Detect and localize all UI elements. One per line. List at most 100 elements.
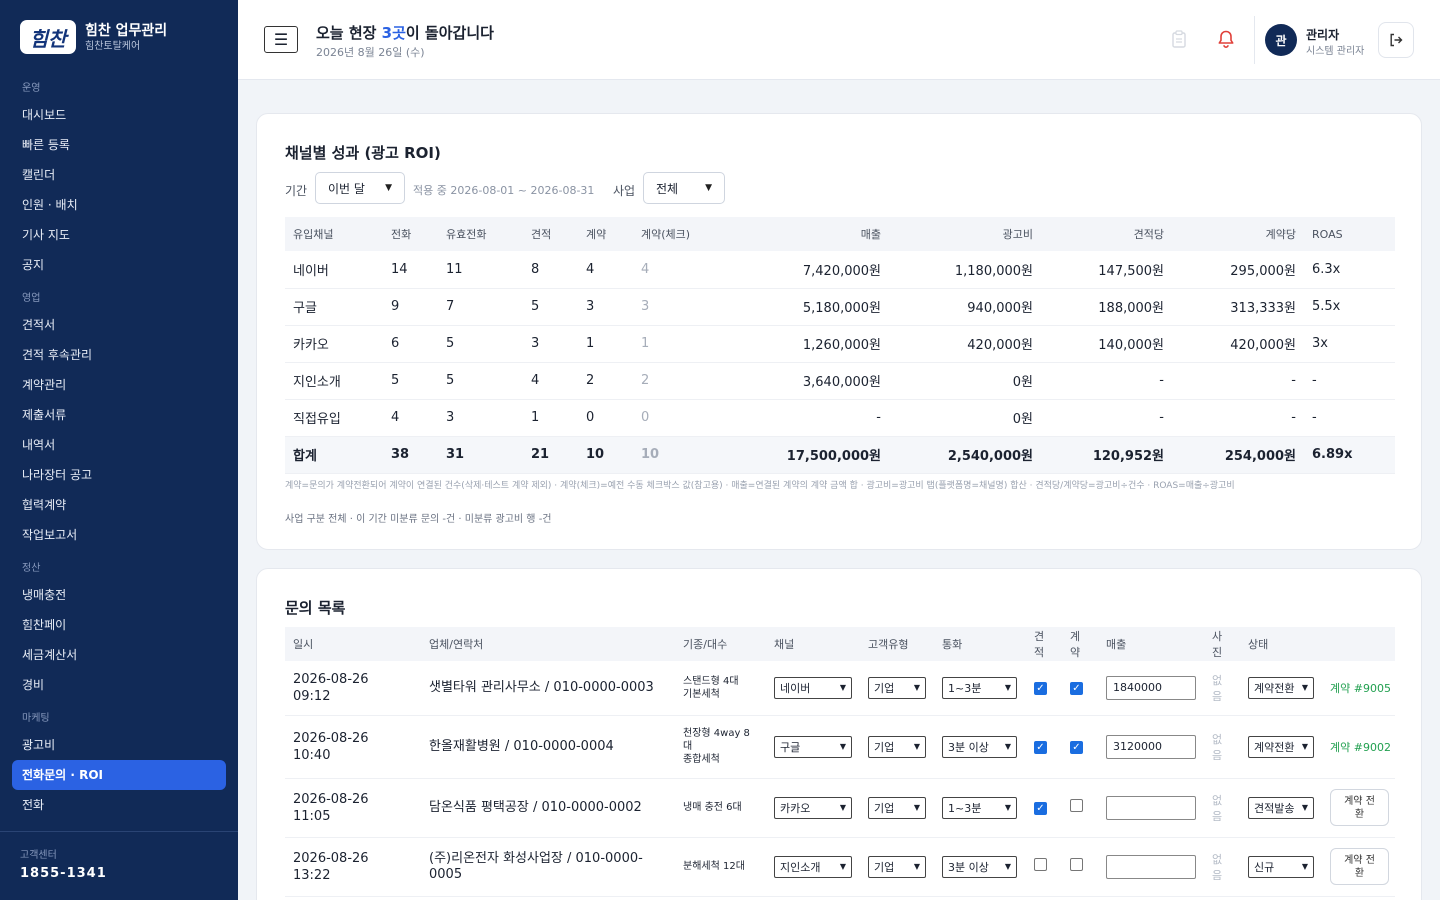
convert-contract-button[interactable]: 계약 전 환 [1330,789,1389,826]
call-duration-select-value: 3분 이상 [948,860,989,874]
table-cell: 1,260,000원 [731,325,889,363]
table-row: 2026-08-26 13:22 (주)리온전자 화성사업장 / 010-0000-… [285,837,1395,897]
sales-cell [1098,837,1204,897]
column-header: 통화 [934,627,1026,661]
table-cell: 420,000원 [889,325,1041,363]
sales-input[interactable] [1106,795,1196,820]
table-cell: 5 [438,325,523,363]
status-select[interactable]: 계약전환 ▼ [1248,735,1314,758]
sidebar-item[interactable]: 협력계약 [0,490,238,520]
customer-type-select[interactable]: 기업 ▼ [868,676,926,699]
table-cell: 7,420,000원 [731,251,889,289]
status-select[interactable]: 계약전환 ▼ [1248,676,1314,699]
customer-type-select-value: 기업 [874,681,895,695]
sidebar-item[interactable]: 공지 [0,250,238,280]
call-duration-select[interactable]: 1~3분 ▼ [942,676,1017,699]
period-select[interactable]: 이번 달 ▼ [315,172,405,204]
contract-checkbox[interactable]: ✓ [1070,741,1083,754]
bell-icon[interactable] [1216,29,1236,53]
sidebar-item[interactable]: 기사 지도 [0,220,238,250]
date-cell: 2026-08-26 09:12 [285,661,421,716]
sidebar-item[interactable]: 광고비 [0,730,238,760]
sidebar-item[interactable]: 내역서 [0,430,238,460]
customer-type-select[interactable]: 기업 ▼ [868,735,926,758]
call-duration-select[interactable]: 3분 이상 ▼ [942,735,1017,758]
inquiry-card: 문의 목록 일시 업체/연락처 기종/대수 채널 고객유형 통화 견적 계약 매출 사진 상태 20… [256,568,1422,900]
table-cell: 6.3x [1304,251,1395,289]
channel-select[interactable]: 카카오 ▼ [774,796,852,819]
sidebar-item[interactable]: 세금계산서 [0,640,238,670]
avatar[interactable]: 관 [1265,24,1297,56]
channel-select[interactable]: 구글 ▼ [774,735,852,758]
table-cell: 5 [383,362,438,400]
contract-checkbox[interactable] [1070,858,1083,871]
menu-toggle-button[interactable]: ☰ [264,26,298,53]
sidebar-item[interactable]: 제출서류 [0,400,238,430]
quote-checkbox[interactable]: ✓ [1034,682,1047,696]
status-cell: 신규 ▼ [1240,837,1322,897]
channel-select[interactable]: 지인소개 ▼ [774,855,852,878]
sidebar-item[interactable]: 인원 · 배치 [0,190,238,220]
convert-contract-button[interactable]: 계약 전 환 [1330,848,1389,885]
quote-checkbox[interactable]: ✓ [1034,741,1047,754]
select-cell: 카카오 ▼ [766,778,860,838]
model-cell: 냉매 충전 6대 [675,778,766,838]
photo-cell: 없음 [1204,778,1240,838]
customer-type-select-value: 기업 [874,860,895,874]
check-icon: ✓ [1072,683,1081,695]
brand-logo[interactable]: 힘찬 힘찬 업무관리 힘찬토탈케어 [20,20,167,54]
table-cell: 3 [578,288,633,326]
call-duration-select[interactable]: 3분 이상 ▼ [942,855,1017,878]
roi-card: 채널별 성과 (광고 ROI) 기간 이번 달 ▼ 적용 중 2026-08-01… [256,113,1422,550]
biz-select[interactable]: 전체 ▼ [643,172,725,204]
sidebar-item[interactable]: 견적서 [0,310,238,340]
table-cell: 8 [523,251,578,289]
photo-cell: 없음 [1204,661,1240,716]
column-header: 일시 [285,627,421,661]
clipboard-icon[interactable] [1172,30,1188,50]
select-cell: 1~3분 ▼ [934,778,1026,838]
table-cell: - [1172,399,1304,437]
status-select[interactable]: 견적발송 ▼ [1248,796,1314,819]
logout-button[interactable] [1378,22,1414,58]
quote-checkbox[interactable] [1034,858,1047,871]
customer-type-select[interactable]: 기업 ▼ [868,796,926,819]
sidebar-item[interactable]: 전화문의 · ROI [12,760,226,790]
check-icon: ✓ [1072,742,1081,753]
checkbox-cell: ✓ [1062,715,1098,779]
table-cell: - [731,399,889,437]
contract-checkbox[interactable]: ✓ [1070,682,1083,696]
contract-link[interactable]: 계약 #9005 [1330,682,1391,695]
period-label: 기간 [285,184,308,198]
contract-link[interactable]: 계약 #9002 [1330,741,1391,754]
sidebar-item[interactable]: 전화 [0,790,238,820]
sales-input[interactable]: 3120000 [1106,734,1196,759]
table-row: 2026-08-26 11:05 담온식품 평택공장 / 010-0000-0002… [285,778,1395,838]
sidebar-item[interactable]: 캘린더 [0,160,238,190]
sidebar-item[interactable]: 견적 후속관리 [0,340,238,370]
sidebar-nav: 운영 대시보드 빠른 등록 캘린더 인원 · 배치 기사 지도 공지 영업 견적서 견적 후속관리… [0,78,238,820]
sidebar-item[interactable]: 빠른 등록 [0,130,238,160]
table-cell: 1 [633,325,731,363]
contract-checkbox[interactable] [1070,799,1083,812]
chevron-down-icon: ▼ [839,742,846,751]
sidebar-item[interactable]: 힘찬페이 [0,610,238,640]
chevron-down-icon: ▼ [1301,742,1308,751]
sidebar-item[interactable]: 대시보드 [0,100,238,130]
status-select[interactable]: 신규 ▼ [1248,855,1314,878]
sales-input[interactable]: 1840000 [1106,675,1196,700]
quote-checkbox[interactable]: ✓ [1034,802,1047,815]
table-cell: 5.5x [1304,288,1395,326]
inquiry-table: 일시 업체/연락처 기종/대수 채널 고객유형 통화 견적 계약 매출 사진 상태 2026-08-… [285,627,1395,897]
customer-type-select[interactable]: 기업 ▼ [868,855,926,878]
sidebar-item[interactable]: 작업보고서 [0,520,238,550]
sidebar-item[interactable]: 계약관리 [0,370,238,400]
support-phone[interactable]: 1855-1341 [20,866,218,881]
sidebar-item[interactable]: 경비 [0,670,238,700]
inquiry-title: 문의 목록 [285,599,346,617]
sales-input[interactable] [1106,854,1196,879]
sidebar-item[interactable]: 나라장터 공고 [0,460,238,490]
sidebar-item[interactable]: 냉매충전 [0,580,238,610]
call-duration-select[interactable]: 1~3분 ▼ [942,796,1017,819]
channel-select[interactable]: 네이버 ▼ [774,676,852,699]
